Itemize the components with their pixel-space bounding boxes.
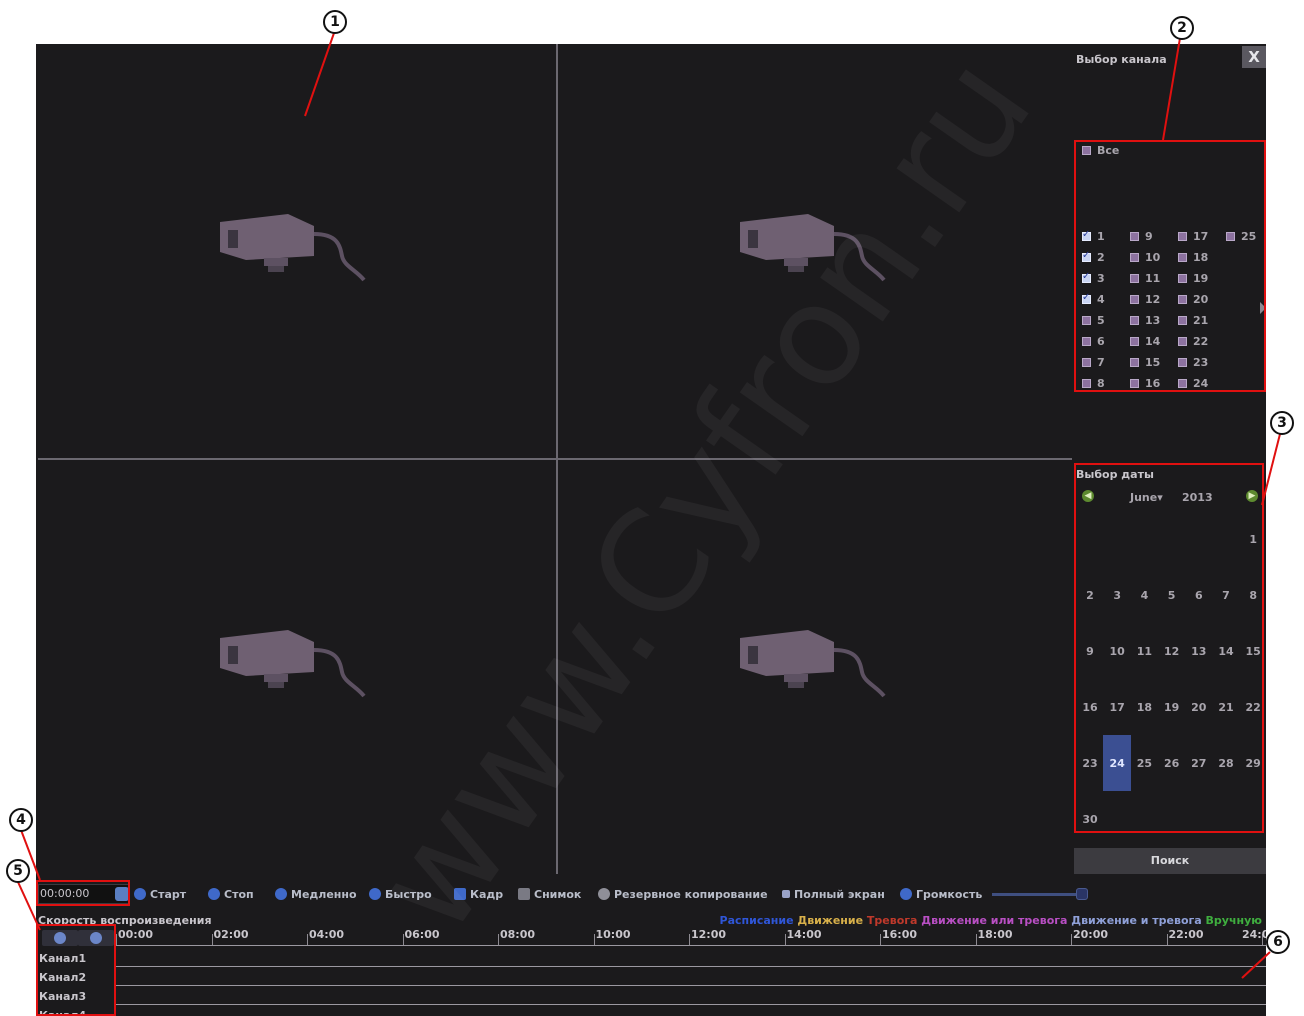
volume-icon bbox=[900, 888, 912, 900]
video-pane-1[interactable] bbox=[38, 44, 554, 458]
callout-2: 2 bbox=[1170, 16, 1194, 40]
fullscreen-label: Полный экран bbox=[794, 887, 885, 901]
backup-icon bbox=[598, 888, 610, 900]
legend-item: Тревога bbox=[866, 914, 918, 927]
stop-icon bbox=[208, 888, 220, 900]
grid-divider-horizontal bbox=[38, 458, 1072, 460]
legend-item: Движение или тревога bbox=[921, 914, 1068, 927]
timeline-track[interactable] bbox=[116, 1004, 1266, 1005]
tick-label: 08:00 bbox=[500, 928, 536, 941]
legend-item: Движение bbox=[797, 914, 864, 927]
callout-6: 6 bbox=[1266, 930, 1290, 954]
channel-select-title: Выбор канала bbox=[1076, 53, 1167, 66]
fast-icon bbox=[369, 888, 381, 900]
annotation-box-calendar bbox=[1074, 463, 1264, 833]
annotation-box-channel-list bbox=[36, 924, 116, 1016]
fullscreen-button[interactable]: Полный экран bbox=[782, 884, 885, 904]
tick-label: 22:00 bbox=[1168, 928, 1204, 941]
backup-button[interactable]: Резервное копирование bbox=[598, 884, 768, 904]
tick-label: 12:00 bbox=[691, 928, 727, 941]
legend-item: Вручную bbox=[1205, 914, 1262, 927]
close-button[interactable]: X bbox=[1242, 46, 1266, 68]
callout-1: 1 bbox=[323, 10, 347, 34]
tick-label: 24:00 bbox=[1242, 928, 1266, 941]
playback-controls: 00:00:00 Старт Стоп Медленно Быстро Кадр… bbox=[36, 878, 1266, 910]
slow-label: Медленно bbox=[291, 887, 357, 901]
start-label: Старт bbox=[150, 887, 187, 901]
camera-icon bbox=[740, 214, 886, 282]
backup-label: Резервное копирование bbox=[614, 887, 768, 901]
volume-label: Громкость bbox=[916, 887, 983, 901]
frame-icon bbox=[454, 888, 466, 900]
search-button[interactable]: Поиск bbox=[1074, 848, 1266, 874]
volume-slider[interactable] bbox=[992, 893, 1088, 896]
tick-label: 04:00 bbox=[309, 928, 345, 941]
slow-button[interactable]: Медленно bbox=[275, 884, 357, 904]
frame-label: Кадр bbox=[470, 887, 504, 901]
camera-snapshot-icon bbox=[518, 888, 530, 900]
timeline-legend: Расписание Движение Тревога Движение или… bbox=[720, 914, 1262, 927]
stop-label: Стоп bbox=[224, 887, 254, 901]
fast-button[interactable]: Быстро bbox=[369, 884, 432, 904]
start-button[interactable]: Старт bbox=[134, 884, 186, 904]
timeline: Скорость воспроизведения Расписание Движ… bbox=[36, 912, 1266, 1016]
volume-button[interactable]: Громкость bbox=[900, 884, 982, 904]
slow-icon bbox=[275, 888, 287, 900]
video-pane-2[interactable] bbox=[558, 44, 1074, 458]
camera-icon bbox=[740, 630, 886, 698]
timeline-track[interactable] bbox=[116, 966, 1266, 967]
tick-label: 16:00 bbox=[882, 928, 918, 941]
tick-label: 10:00 bbox=[595, 928, 631, 941]
legend-item: Расписание bbox=[719, 914, 794, 927]
stop-button[interactable]: Стоп bbox=[208, 884, 254, 904]
tick-label: 00:00 bbox=[118, 928, 154, 941]
fast-label: Быстро bbox=[385, 887, 432, 901]
frame-button[interactable]: Кадр bbox=[454, 884, 503, 904]
callout-5: 5 bbox=[6, 859, 30, 883]
video-pane-4[interactable] bbox=[558, 460, 1074, 874]
tick-label: 02:00 bbox=[213, 928, 249, 941]
tick-label: 14:00 bbox=[786, 928, 822, 941]
timeline-axis bbox=[116, 945, 1266, 946]
callout-4: 4 bbox=[9, 808, 33, 832]
play-icon bbox=[134, 888, 146, 900]
camera-icon bbox=[220, 214, 366, 282]
snapshot-button[interactable]: Снимок bbox=[518, 884, 581, 904]
camera-icon bbox=[220, 630, 366, 698]
volume-slider-handle[interactable] bbox=[1076, 888, 1088, 900]
fullscreen-icon bbox=[782, 890, 790, 898]
tick-label: 18:00 bbox=[977, 928, 1013, 941]
video-grid bbox=[38, 44, 1072, 874]
snapshot-label: Снимок bbox=[534, 887, 582, 901]
annotation-box-channels bbox=[1074, 140, 1266, 392]
video-pane-3[interactable] bbox=[38, 460, 554, 874]
callout-3: 3 bbox=[1270, 411, 1294, 435]
timeline-track[interactable] bbox=[116, 985, 1266, 986]
tick-label: 06:00 bbox=[404, 928, 440, 941]
tick-label: 20:00 bbox=[1073, 928, 1109, 941]
legend-item: Движение и тревога bbox=[1071, 914, 1202, 927]
annotation-box-time bbox=[36, 880, 130, 906]
